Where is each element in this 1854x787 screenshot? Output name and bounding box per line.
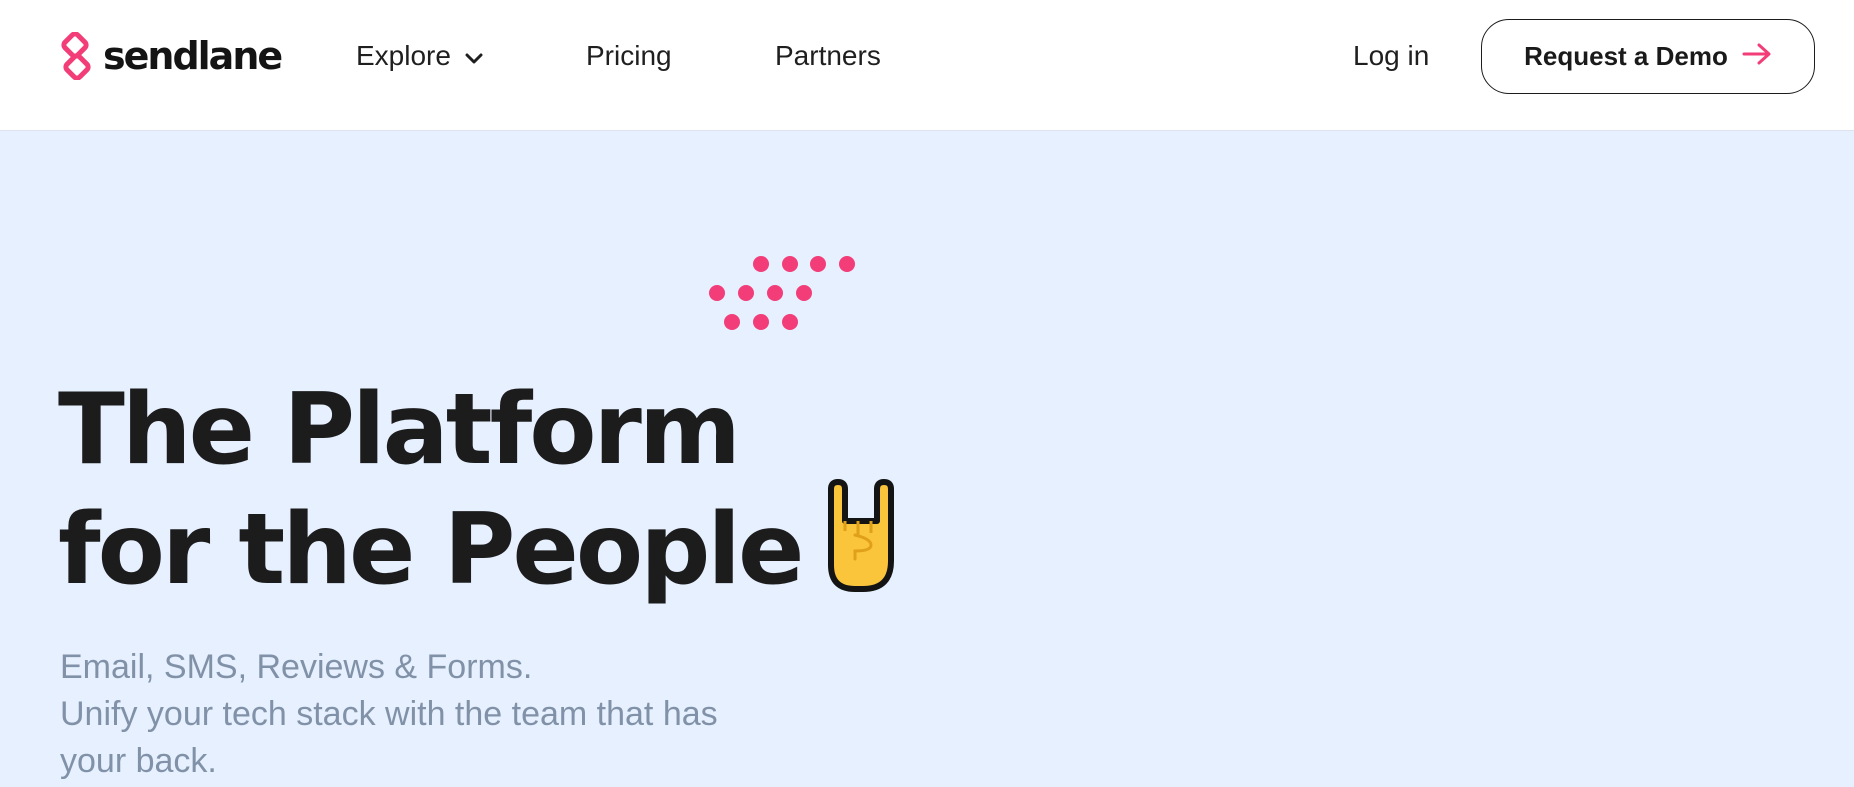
sendlane-logo-icon [61, 32, 91, 80]
nav-partners[interactable]: Partners [775, 36, 881, 76]
chevron-down-icon [465, 36, 483, 76]
decorative-dots [709, 256, 855, 330]
site-header: sendlane Explore Pricing Partners Log in… [0, 0, 1854, 131]
arrow-right-icon [1742, 41, 1772, 72]
nav-explore[interactable]: Explore [356, 36, 483, 76]
hero-subtitle-line-2: Unify your tech stack with the team that… [60, 695, 718, 733]
nav-partners-label: Partners [775, 40, 881, 71]
request-demo-label: Request a Demo [1524, 41, 1728, 71]
request-demo-button[interactable]: Request a Demo [1481, 19, 1815, 94]
hero-title-line-1: The Platform [58, 373, 741, 487]
rock-on-hand-icon [825, 478, 897, 622]
hero-title: The Platform for the People [58, 370, 897, 610]
login-link[interactable]: Log in [1353, 36, 1429, 76]
hero-title-line-2-text: for the People [58, 493, 804, 607]
nav-pricing[interactable]: Pricing [586, 36, 672, 76]
hero-subtitle-line-1: Email, SMS, Reviews & Forms. [60, 648, 533, 686]
hero-title-line-2: for the People [58, 478, 897, 610]
brand-logo[interactable]: sendlane [57, 31, 283, 81]
nav-pricing-label: Pricing [586, 40, 672, 71]
hero-subtitle: Email, SMS, Reviews & Forms. Unify your … [60, 644, 920, 785]
nav-explore-label: Explore [356, 40, 451, 71]
brand-name: sendlane [103, 34, 283, 78]
hero-subtitle-line-3: your back. [60, 742, 217, 780]
